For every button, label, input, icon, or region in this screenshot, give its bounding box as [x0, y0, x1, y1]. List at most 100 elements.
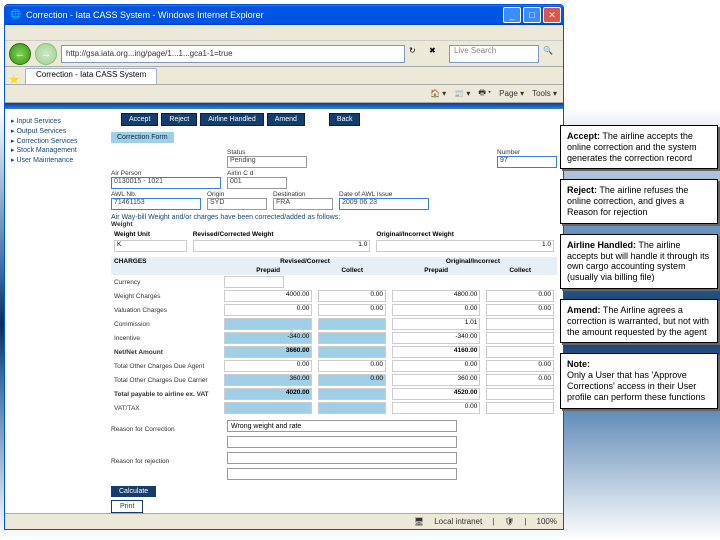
com-op: 1.01: [392, 318, 480, 330]
home-icon[interactable]: 🏠 ▾: [430, 89, 446, 98]
sidebar-item[interactable]: ▸ Correction Services: [11, 137, 101, 147]
sidebar-item[interactable]: ▸ User Maintenance: [11, 156, 101, 166]
dest-label: Destination: [273, 191, 333, 198]
weight-original[interactable]: 1.0: [376, 240, 554, 252]
page-content: ▸ Input Services ▸ Output Services ▸ Cor…: [5, 103, 563, 513]
wc-rc[interactable]: 0.00: [318, 290, 386, 302]
minimize-button[interactable]: _: [503, 7, 521, 23]
search-go-icon[interactable]: 🔍: [543, 46, 559, 62]
weight-unit[interactable]: K: [114, 240, 187, 252]
sidebar-item[interactable]: ▸ Output Services: [11, 127, 101, 137]
row-due-agent: Total Other Charges Due Agent: [111, 359, 221, 373]
reason-corr-label: Reason for Correction: [111, 426, 221, 433]
sidebar-item[interactable]: ▸ Input Services: [11, 117, 101, 127]
reason-corr-input-2[interactable]: [227, 436, 457, 448]
reason-rej-input-2[interactable]: [227, 468, 457, 480]
accept-button[interactable]: Accept: [121, 113, 158, 126]
weight-table: Weight UnitRevised/Corrected WeightOrigi…: [111, 230, 557, 253]
val-oc[interactable]: 0.00: [486, 304, 554, 316]
favorites-icon[interactable]: ⭐: [5, 75, 23, 84]
calculate-button[interactable]: Calculate: [111, 486, 156, 497]
form-title: Correction Form: [111, 132, 174, 143]
net-op: 4160.00: [392, 346, 480, 358]
col-revised: Revised/Correct: [221, 257, 389, 266]
back-form-button[interactable]: Back: [329, 113, 361, 126]
inc-rc: [318, 332, 386, 344]
row-incentive: Incentive: [111, 331, 221, 345]
search-box[interactable]: Live Search: [449, 45, 539, 63]
row-weight-charges: Weight Charges: [111, 289, 221, 303]
com-rc: [318, 318, 386, 330]
reason-rej-input[interactable]: [227, 452, 457, 464]
status-label: Status: [227, 149, 307, 156]
vat-op: 0.00: [392, 402, 480, 414]
airline-handled-button[interactable]: Airline Handled: [200, 113, 263, 126]
callout-airline-handled: Airline Handled: The airline accepts but…: [560, 234, 718, 289]
origin-label: Origin: [207, 191, 267, 198]
airperson-label: Air Person: [111, 170, 221, 177]
reject-button[interactable]: Reject: [161, 113, 197, 126]
vat-oc: [486, 402, 554, 414]
nav-sidebar: ▸ Input Services ▸ Output Services ▸ Cor…: [5, 103, 105, 513]
number-label: Number: [497, 149, 557, 156]
row-currency: Currency: [111, 275, 221, 289]
val-rp[interactable]: 0.00: [224, 304, 312, 316]
print-icon[interactable]: 🖶 ▾: [478, 87, 491, 101]
col-original-weight: Original/Incorrect Weight: [373, 230, 557, 239]
awb-label: AWL Nb.: [111, 191, 201, 198]
address-text: http://gsa.iata.org...ing/page/1...1...g…: [66, 49, 233, 58]
refresh-icon[interactable]: ↻: [409, 46, 425, 62]
col-prepaid-r: Prepaid: [221, 266, 315, 275]
wc-oc[interactable]: 0.00: [486, 290, 554, 302]
address-bar[interactable]: http://gsa.iata.org...ing/page/1...1...g…: [61, 45, 405, 63]
tools-menu[interactable]: Tools ▾: [532, 89, 557, 98]
weight-revised[interactable]: 1.0: [193, 240, 371, 252]
row-commission: Commission: [111, 317, 221, 331]
tot-rp: 4020.00: [224, 388, 312, 400]
inc-op: -340.00: [392, 332, 480, 344]
browser-tab[interactable]: Correction - Iata CASS System: [25, 68, 157, 84]
airline-value: 001: [227, 177, 287, 189]
dc-oc[interactable]: 0.00: [486, 374, 554, 386]
back-button[interactable]: ←: [9, 43, 31, 65]
maximize-button[interactable]: □: [523, 7, 541, 23]
page-menu[interactable]: Page ▾: [499, 89, 524, 98]
origin-value: SYD: [207, 198, 267, 210]
da-op[interactable]: 0.00: [392, 360, 480, 372]
reason-corr-input[interactable]: Wrong weight and rate: [227, 420, 457, 432]
val-rc[interactable]: 0.00: [318, 304, 386, 316]
col-collect-o: Collect: [483, 266, 557, 275]
net-rp: 3660.00: [224, 346, 312, 358]
dc-rc[interactable]: 0.00: [318, 374, 386, 386]
print-button[interactable]: Print: [111, 500, 143, 513]
callout-note: Note:Only a User that has 'Approve Corre…: [560, 353, 718, 408]
col-original: Original/Incorrect: [389, 257, 557, 266]
dest-value: FRA: [273, 198, 333, 210]
da-rc[interactable]: 0.00: [318, 360, 386, 372]
tot-oc: [486, 388, 554, 400]
da-rp[interactable]: 0.00: [224, 360, 312, 372]
dc-op[interactable]: 360.00: [392, 374, 480, 386]
dc-rp[interactable]: 360.00: [224, 374, 312, 386]
col-collect-r: Collect: [315, 266, 389, 275]
net-rc: [318, 346, 386, 358]
amend-button[interactable]: Amend: [267, 113, 305, 126]
da-oc[interactable]: 0.00: [486, 360, 554, 372]
stop-icon[interactable]: ✖: [429, 46, 445, 62]
sidebar-item[interactable]: ▸ Stock Management: [11, 146, 101, 156]
close-button[interactable]: ✕: [543, 7, 561, 23]
wc-rp[interactable]: 4000.00: [224, 290, 312, 302]
callout-reject: Reject: The airline refuses the online c…: [560, 179, 718, 223]
feeds-icon[interactable]: 📰 ▾: [454, 89, 470, 98]
weight-header: Weight: [111, 221, 557, 228]
zoom-text[interactable]: 100%: [537, 517, 557, 526]
col-prepaid-o: Prepaid: [389, 266, 483, 275]
callouts: Accept: The airline accepts the online c…: [560, 125, 718, 419]
date-value: 2009 06 23: [339, 198, 429, 210]
wc-op[interactable]: 4800.00: [392, 290, 480, 302]
status-value: Pending: [227, 156, 307, 168]
val-op[interactable]: 0.00: [392, 304, 480, 316]
currency-value[interactable]: [224, 276, 284, 288]
forward-button[interactable]: →: [35, 43, 57, 65]
com-rp: [224, 318, 312, 330]
